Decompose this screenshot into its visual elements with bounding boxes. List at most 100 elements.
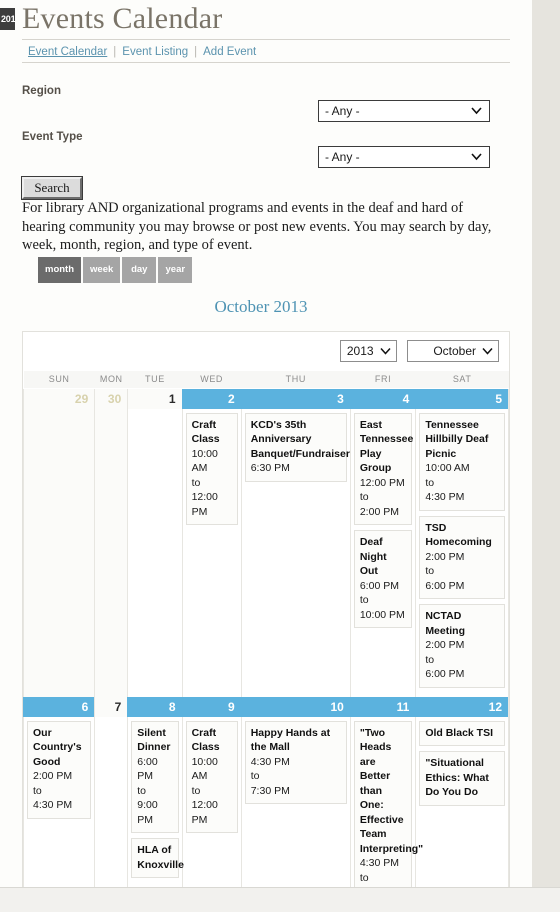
calendar-day-number[interactable]: 11 [349, 696, 416, 717]
calendar-event[interactable]: Our Country's Good 2:00 PM to 4:30 PM [27, 720, 92, 819]
calendar-period-selects: 2013 October [23, 332, 509, 371]
month-select[interactable]: October [407, 339, 499, 362]
calendar-event-title: Deaf Night Out [359, 536, 387, 577]
calendar-day-number[interactable]: 30 [94, 388, 128, 409]
calendar-day-cell: Our Country's Good 2:00 PM to 4:30 PM [22, 716, 95, 900]
calendar-event-time: 6:00 PM [425, 668, 465, 680]
tab-add-event[interactable]: Add Event [197, 46, 262, 58]
bottom-status-bar [0, 887, 560, 912]
calendar-event-time: to [425, 653, 435, 666]
weekday-header-fri: FRI [350, 370, 416, 389]
weekday-header-mon: MON [94, 370, 128, 389]
calendar-event-title: Happy Hands at the Mall [250, 726, 331, 754]
calendar-event-time: 12:00 PM [191, 799, 218, 826]
calendar-event-time: 2:00 PM [359, 505, 399, 518]
calendar-event-time: to [33, 784, 42, 797]
calendar-event-time: 12:00 PM [191, 491, 218, 518]
calendar-day-number[interactable]: 1 [127, 388, 183, 409]
calendar-event[interactable]: Silent Dinner 6:00 PM to 9:00 PM [131, 720, 179, 833]
calendar-day-number[interactable]: 7 [94, 696, 128, 717]
calendar-event-time: to [425, 476, 435, 489]
calendar-event-time: to [137, 784, 147, 797]
calendar-event-time: to [359, 594, 369, 606]
view-tab-month[interactable]: month [38, 256, 82, 283]
view-tab-year[interactable]: year [158, 256, 193, 283]
calendar-day-cell: Craft Class 10:00 AM to 12:00 PM [181, 716, 242, 900]
calendar-event-time: 4:30 PM [425, 491, 465, 503]
search-filters: Region - Any - Event Type - Any - Search [0, 77, 532, 200]
calendar-day-cell: Happy Hands at the Mall 4:30 PM to 7:30 PM [240, 716, 351, 900]
calendar-event-title: TSD Homecoming [425, 521, 492, 549]
calendar-table: SUN MON TUE WED THU FRI SAT 29 30 1 2 3 4 5 Cra… [22, 370, 509, 900]
calendar-day-number[interactable]: 3 [240, 388, 351, 409]
calendar-day-number[interactable]: 9 [181, 696, 242, 717]
year-select[interactable]: 2013 [339, 339, 397, 362]
calendar-day-cell: KCD's 35th Anniversary Banquet/Fundraise… [240, 408, 351, 697]
tab-event-listing[interactable]: Event Listing [116, 46, 194, 58]
weekday-header-sat: SAT [415, 370, 509, 389]
calendar-event[interactable]: HLA of Knoxville [131, 838, 184, 878]
calendar-event-time: 6:30 PM [250, 462, 290, 474]
calendar-event-title: "Two Heads are Better than One: Effectiv… [359, 726, 424, 855]
chevron-down-icon [471, 151, 482, 162]
page-root: 201 Events Calendar Event Calendar | Event… [0, 0, 560, 912]
calendar-day-cell: Old Black TSI "Situational Ethics: What D… [415, 716, 509, 900]
calendar-week-row: Craft Class 10:00 AM to 12:00 PM KCD's 35th … [22, 408, 509, 697]
calendar-event[interactable]: KCD's 35th Anniversary Banquet/Fundraise… [244, 412, 350, 482]
calendar-event-time: to [191, 784, 201, 797]
chevron-down-icon [482, 346, 493, 356]
calendar-day-number[interactable]: 10 [240, 696, 351, 717]
event-type-label: Event Type [22, 131, 83, 143]
calendar-view-tabs: month week day year [38, 256, 532, 283]
calendar-day-cell [94, 408, 128, 697]
calendar-event[interactable]: Happy Hands at the Mall 4:30 PM to 7:30 PM [244, 720, 347, 804]
calendar-day-number[interactable]: 2 [181, 388, 242, 409]
calendar-day-number[interactable]: 12 [415, 696, 509, 717]
calendar-event[interactable]: "Situational Ethics: What Do You Do [419, 751, 505, 806]
chevron-down-icon [379, 346, 391, 356]
weekday-header-wed: WED [182, 370, 242, 389]
event-type-select[interactable]: - Any - [318, 146, 490, 168]
calendar-day-number[interactable]: 6 [22, 696, 95, 717]
calendar-event[interactable]: Tennessee Hillbilly Deaf Picnic 10:00 AM t… [419, 412, 505, 511]
calendar-month-title: October 2013 [214, 296, 308, 316]
calendar-event[interactable]: Deaf Night Out 6:00 PM to 10:00 PM [353, 530, 413, 628]
calendar-event-time: to [359, 871, 369, 884]
calendar-event-time: 2:00 PM [33, 770, 73, 782]
view-tab-day[interactable]: day [122, 256, 157, 283]
calendar-event-title: Our Country's Good [33, 726, 82, 768]
calendar-day-cell: Tennessee Hillbilly Deaf Picnic 10:00 AM t… [415, 408, 509, 697]
calendar-day-number[interactable]: 29 [22, 388, 95, 409]
calendar-day-number[interactable]: 8 [127, 696, 183, 717]
calendar-day-number[interactable]: 5 [415, 388, 509, 409]
calendar-event[interactable]: Old Black TSI [419, 720, 505, 746]
chevron-down-icon [471, 105, 482, 116]
calendar-event[interactable]: TSD Homecoming 2:00 PM to 6:00 PM [419, 515, 505, 599]
calendar-event[interactable]: Craft Class 10:00 AM to 12:00 PM [185, 720, 238, 833]
filter-row-region: Region - Any - [0, 77, 532, 123]
calendar-event-time: 10:00 AM [191, 755, 218, 783]
weekday-header-sun: SUN [23, 370, 95, 389]
calendar-day-cell: "Two Heads are Better than One: Effectiv… [349, 716, 424, 900]
calendar-event-time: 12:00 PM [359, 476, 405, 489]
filter-row-event-type: Event Type - Any - [0, 123, 532, 169]
region-select[interactable]: - Any - [318, 100, 490, 122]
calendar-day-cell: Craft Class 10:00 AM to 12:00 PM [181, 408, 242, 697]
event-type-select-value: - Any - [325, 150, 360, 164]
weekday-header-tue: TUE [127, 370, 183, 389]
search-button[interactable]: Search [21, 176, 83, 200]
tab-event-calendar[interactable]: Event Calendar [22, 46, 113, 58]
calendar-event-time: 10:00 PM [359, 608, 405, 621]
calendar-event[interactable]: NCTAD Meeting 2:00 PM to 6:00 PM [419, 604, 505, 688]
calendar-grid: SUN MON TUE WED THU FRI SAT 29 30 1 2 3 4 5 Cra… [22, 370, 509, 900]
calendar-event-time: 4:30 PM [33, 799, 73, 811]
view-tab-week[interactable]: week [83, 256, 121, 283]
calendar-event[interactable]: East Tennessee Play Group 12:00 PM to 2:00 … [353, 412, 414, 525]
calendar-week-row: Our Country's Good 2:00 PM to 4:30 PM Silent… [22, 716, 509, 900]
calendar-day-number[interactable]: 4 [349, 388, 416, 409]
calendar-event[interactable]: Craft Class 10:00 AM to 12:00 PM [185, 412, 238, 525]
calendar-event-time: 10:00 AM [191, 447, 218, 475]
calendar-event[interactable]: "Two Heads are Better than One: Effectiv… [353, 720, 424, 891]
calendar-event-time: 10:00 AM [425, 462, 470, 474]
calendar-event-title: East Tennessee Play Group [359, 418, 414, 475]
